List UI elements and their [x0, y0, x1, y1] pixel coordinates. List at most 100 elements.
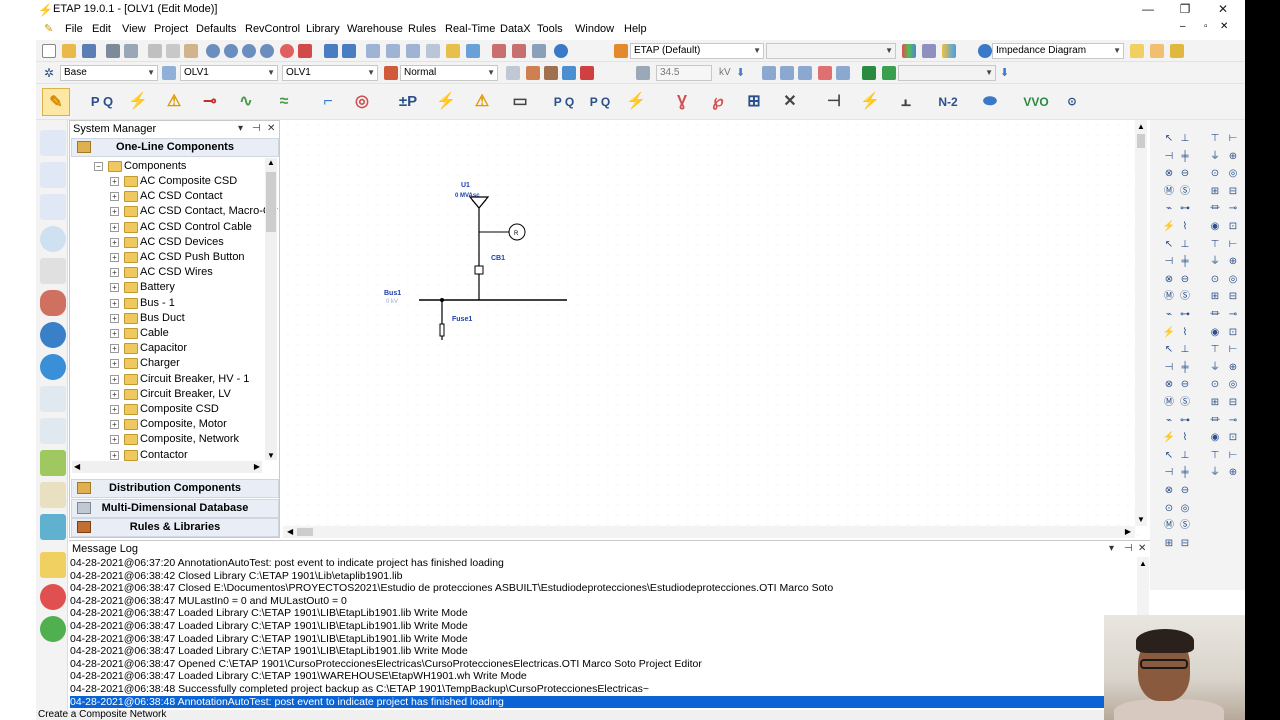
presentation-combo[interactable]: Base ▼: [60, 65, 158, 81]
redo-icon[interactable]: [342, 44, 356, 58]
palette-element-icon[interactable]: ⊢: [1226, 132, 1240, 146]
palette-element-icon[interactable]: ⊟: [1226, 290, 1240, 304]
section-distribution-components[interactable]: Distribution Components: [71, 479, 279, 498]
palette-element-icon[interactable]: ⊟: [1178, 537, 1192, 551]
expand-icon[interactable]: +: [110, 313, 119, 323]
palette-element-icon[interactable]: ⊥: [1178, 343, 1192, 357]
network-icon[interactable]: [562, 66, 576, 80]
log-line[interactable]: 04-28-2021@06:38:47 MULastIn0 = 0 and MU…: [70, 595, 1120, 608]
configuration-combo[interactable]: ETAP (Default) ▼: [630, 43, 764, 59]
revision-combo[interactable]: ▼: [766, 43, 896, 59]
scroll-down-icon[interactable]: ▼: [1137, 515, 1145, 524]
menu-project[interactable]: Project: [154, 23, 188, 35]
expand-icon[interactable]: +: [110, 329, 119, 338]
expand-icon[interactable]: +: [110, 222, 119, 232]
palette-element-icon[interactable]: ⊕: [1226, 466, 1240, 480]
minimize-button[interactable]: —: [1138, 1, 1158, 18]
run-icon[interactable]: [862, 66, 876, 80]
recycle-bin-icon[interactable]: [40, 514, 66, 540]
dropdown-icon[interactable]: ▾: [1109, 541, 1114, 557]
menu-warehouse[interactable]: Warehouse: [347, 23, 403, 35]
menu-window[interactable]: Window: [575, 23, 614, 35]
help-icon[interactable]: [554, 44, 568, 58]
palette-element-icon[interactable]: ⊢: [1226, 238, 1240, 252]
fuse-symbol[interactable]: [439, 323, 445, 337]
expand-icon[interactable]: +: [110, 298, 119, 308]
palette-element-icon[interactable]: ⊸: [1226, 414, 1240, 428]
star-protection-icon[interactable]: ⌐: [314, 88, 342, 116]
scroll-thumb[interactable]: [266, 172, 276, 232]
expand-icon[interactable]: +: [110, 207, 119, 217]
palette-element-icon[interactable]: Ⓜ: [1162, 290, 1176, 304]
palette-element-icon[interactable]: ⚡: [1162, 326, 1176, 340]
log-line[interactable]: 04-28-2021@06:38:47 Closed E:\Documentos…: [70, 582, 1120, 595]
palette-element-icon[interactable]: ⊗: [1162, 378, 1176, 392]
one-line-view-icon[interactable]: [40, 130, 66, 156]
palette-element-icon[interactable]: ◎: [1226, 167, 1240, 181]
palette-element-icon[interactable]: ⊕: [1226, 361, 1240, 375]
palette-element-icon[interactable]: ⊡: [1226, 220, 1240, 234]
railway-icon[interactable]: ⬬: [976, 88, 1004, 116]
volt-var-optimization-icon[interactable]: VVO: [1020, 88, 1052, 116]
scroll-up-icon[interactable]: ▲: [267, 158, 275, 167]
coordination-icon[interactable]: ◎: [348, 88, 376, 116]
close-panel-icon[interactable]: ✕: [1138, 541, 1146, 557]
palette-element-icon[interactable]: ⊶: [1178, 202, 1192, 216]
edit-alert-icon[interactable]: [818, 66, 832, 80]
expand-icon[interactable]: +: [110, 177, 119, 186]
palette-element-icon[interactable]: Ⓢ: [1178, 396, 1192, 410]
zoom-fit-icon[interactable]: [260, 44, 274, 58]
scroll-left-icon[interactable]: ◀: [287, 527, 293, 536]
pin-icon[interactable]: ⊣: [252, 121, 261, 137]
palette-element-icon[interactable]: ⊕: [1226, 150, 1240, 164]
menu-defaults[interactable]: Defaults: [196, 23, 236, 35]
scroll-up-icon[interactable]: ▲: [1139, 559, 1147, 568]
mdi-minimize-button[interactable]: –: [1180, 21, 1186, 32]
arc-flash-icon[interactable]: ⚠: [160, 88, 188, 116]
palette-element-icon[interactable]: ◉: [1208, 431, 1222, 445]
palette-element-icon[interactable]: ⊟: [1226, 185, 1240, 199]
control-system-icon[interactable]: [40, 258, 66, 284]
cable-pulling-icon[interactable]: Ɣ: [668, 88, 696, 116]
section-one-line-components[interactable]: One-Line Components: [71, 138, 279, 157]
menu-view[interactable]: View: [122, 23, 146, 35]
olv-combo-secondary[interactable]: OLV1 ▼: [282, 65, 378, 81]
harmonics-icon[interactable]: ∿: [232, 88, 260, 116]
palette-element-icon[interactable]: ⊙: [1208, 167, 1222, 181]
canvas-vertical-scrollbar[interactable]: ▲ ▼: [1135, 120, 1147, 526]
menu-rules[interactable]: Rules: [408, 23, 436, 35]
expand-icon[interactable]: +: [110, 192, 119, 202]
palette-element-icon[interactable]: ⊶: [1178, 308, 1192, 322]
palette-element-icon[interactable]: ⚡: [1162, 431, 1176, 445]
cable-view-icon[interactable]: [40, 194, 66, 220]
palette-element-icon[interactable]: ⊤: [1208, 132, 1222, 146]
menu-edit[interactable]: Edit: [92, 23, 111, 35]
palette-element-icon[interactable]: ⚡: [1162, 220, 1176, 234]
dc-arc-flash-icon[interactable]: ⚠: [468, 88, 496, 116]
motor-acceleration-icon[interactable]: ⊸: [196, 88, 224, 116]
library-icon[interactable]: [544, 66, 558, 80]
sld-icon[interactable]: [40, 482, 66, 508]
palette-element-icon[interactable]: ╪: [1178, 361, 1192, 375]
palette-element-icon[interactable]: Ⓢ: [1178, 185, 1192, 199]
pan-icon[interactable]: [206, 44, 220, 58]
palette-element-icon[interactable]: ⏛: [1208, 308, 1222, 322]
color-theme-icon[interactable]: [942, 44, 956, 58]
menu-real-time[interactable]: Real-Time: [445, 23, 495, 35]
menu-library[interactable]: Library: [306, 23, 340, 35]
palette-element-icon[interactable]: ⊤: [1208, 343, 1222, 357]
report-manager-icon[interactable]: [512, 44, 526, 58]
log-line[interactable]: 04-28-2021@06:38:47 Loaded Library C:\ET…: [70, 633, 1120, 646]
palette-element-icon[interactable]: ⊶: [1178, 414, 1192, 428]
zoom-out-icon[interactable]: [242, 44, 256, 58]
palette-element-icon[interactable]: ╪: [1178, 255, 1192, 269]
palette-element-icon[interactable]: ↖: [1162, 449, 1176, 463]
expand-icon[interactable]: +: [110, 359, 119, 369]
expand-icon[interactable]: +: [110, 435, 119, 445]
palette-element-icon[interactable]: ⊡: [1226, 326, 1240, 340]
show-grid-icon[interactable]: [406, 44, 420, 58]
transient-stability-icon[interactable]: ≈: [270, 88, 298, 116]
expand-icon[interactable]: +: [110, 374, 119, 384]
save-icon[interactable]: [82, 44, 96, 58]
expand-icon[interactable]: +: [110, 268, 119, 278]
